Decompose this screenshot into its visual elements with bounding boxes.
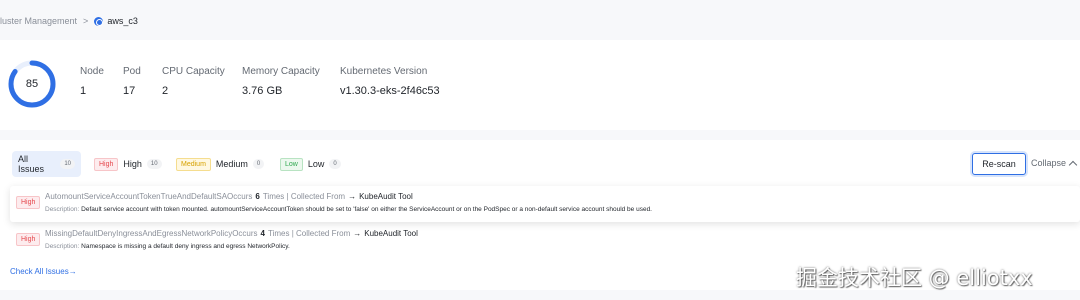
description-label: Description:	[45, 243, 80, 250]
breadcrumb-parent[interactable]: luster Management	[0, 16, 77, 26]
issue-header: MissingDefaultDenyIngressAndEgressNetwor…	[45, 229, 418, 238]
issue-times: 6	[255, 192, 260, 201]
cluster-icon	[94, 16, 104, 26]
severity-badge-low: Low	[280, 157, 303, 171]
stat-label: Pod	[123, 66, 141, 77]
arrow-right-icon: →	[68, 267, 77, 276]
tab-label: Medium	[215, 159, 248, 169]
tab-low[interactable]: Low Low 0	[274, 151, 347, 177]
issue-times: 4	[260, 229, 265, 238]
issue-item[interactable]: High MissingDefaultDenyIngressAndEgressN…	[10, 223, 1080, 259]
stat-value: v1.30.3-eks-2f46c53	[340, 85, 440, 97]
issue-times-suffix: Times | Collected From	[267, 229, 351, 238]
stat-value: 2	[162, 85, 169, 97]
issue-name: MissingDefaultDenyIngressAndEgressNetwor…	[45, 229, 258, 238]
chevron-up-icon	[1068, 160, 1078, 169]
severity-badge-medium: Medium	[176, 157, 211, 171]
tab-label: Low	[307, 159, 325, 169]
arrow-right-icon: →	[348, 192, 357, 201]
tab-count: 10	[146, 159, 162, 169]
issue-item[interactable]: High AutomountServiceAccountTokenTrueAnd…	[10, 186, 1080, 222]
breadcrumb-separator: >	[83, 16, 89, 26]
description-text: Namespace is missing a default deny ingr…	[81, 243, 290, 250]
watermark: 掘金技术社区 @ elliotxx	[796, 266, 1033, 290]
tab-label: High	[123, 159, 142, 169]
stat-label: CPU Capacity	[162, 66, 225, 77]
arrow-right-icon: →	[353, 229, 362, 238]
stat-value: 1	[80, 85, 87, 97]
issue-description: Description: Default service account wit…	[45, 206, 652, 213]
stat-value: 17	[123, 85, 136, 97]
tab-count: 0	[252, 159, 265, 169]
severity-badge-high: High	[16, 233, 41, 246]
collapse-toggle[interactable]: Collapse	[1031, 158, 1078, 169]
rescan-button[interactable]: Re-scan	[972, 153, 1026, 175]
issue-description: Description: Namespace is missing a defa…	[45, 243, 290, 250]
stat-memory-capacity: Memory Capacity 3.76 GB	[242, 66, 320, 97]
check-all-label: Check All Issues	[10, 267, 69, 276]
stat-label: Memory Capacity	[242, 66, 320, 77]
tab-medium[interactable]: Medium Medium 0	[170, 151, 270, 177]
cluster-summary-card: 85 Node 1 Pod 17 CPU Capacity 2 Memory C…	[0, 40, 1080, 130]
stat-cpu-capacity: CPU Capacity 2	[162, 66, 225, 97]
severity-badge-high: High	[94, 157, 119, 171]
breadcrumb: luster Management > aws_c3	[0, 16, 138, 26]
stat-node: Node 1	[80, 66, 104, 97]
breadcrumb-current: aws_c3	[107, 16, 138, 26]
issue-header: AutomountServiceAccountTokenTrueAndDefau…	[45, 192, 413, 201]
description-text: Default service account with token mount…	[81, 206, 652, 213]
tab-high[interactable]: High High 10	[88, 151, 168, 177]
severity-badge-high: High	[16, 196, 41, 209]
tab-count: 10	[60, 159, 75, 169]
tab-label: All Issues	[18, 154, 45, 174]
stat-label: Node	[80, 66, 104, 77]
stat-pod: Pod 17	[123, 66, 141, 97]
issue-tool[interactable]: KubeAudit Tool	[359, 192, 413, 201]
health-score-ring: 85	[8, 60, 56, 108]
check-all-issues-link[interactable]: Check All Issues→	[10, 267, 77, 276]
collapse-label: Collapse	[1031, 158, 1067, 168]
tab-count: 0	[329, 159, 341, 169]
description-label: Description:	[45, 206, 80, 213]
health-score-value: 85	[25, 78, 39, 90]
stat-kubernetes-version: Kubernetes Version v1.30.3-eks-2f46c53	[340, 66, 440, 97]
issue-name: AutomountServiceAccountTokenTrueAndDefau…	[45, 192, 253, 201]
issue-tool[interactable]: KubeAudit Tool	[364, 229, 418, 238]
tab-all-issues[interactable]: All Issues 10	[12, 151, 81, 177]
stat-value: 3.76 GB	[242, 85, 283, 97]
stat-label: Kubernetes Version	[340, 66, 428, 77]
issue-times-suffix: Times | Collected From	[262, 192, 346, 201]
